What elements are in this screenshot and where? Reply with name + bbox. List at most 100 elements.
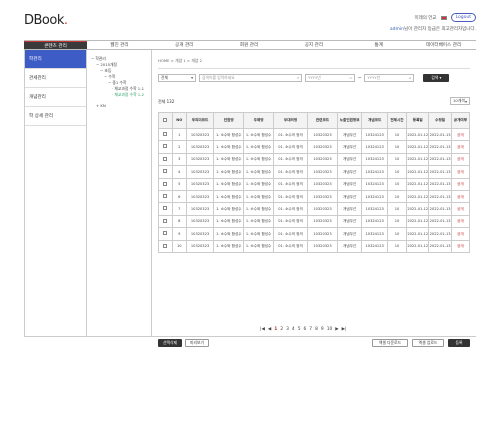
table-row[interactable]: 3 10320323 1. 소수와 합성수 1. 소수와 합성수 01. 소수의 정의 1… — [158, 152, 471, 167]
date-to-input[interactable]: YYYY년 ▫ — [364, 73, 415, 82]
next-page-button[interactable]: ▶ — [335, 327, 338, 332]
table-row[interactable]: 9 10320323 1. 소수와 합성수 1. 소수와 합성수 01. 소수의 정의 1… — [158, 227, 471, 241]
select-all-checkbox-cell[interactable] — [158, 112, 173, 129]
search-button[interactable]: 검색 ▾ — [423, 73, 450, 82]
left-menu-item[interactable]: 학관리 — [25, 50, 86, 69]
table-cell: 10 — [386, 177, 408, 191]
page-number[interactable]: 7 — [309, 327, 312, 332]
gnb-item[interactable]: 통계 — [346, 41, 411, 49]
row-checkbox[interactable] — [163, 231, 168, 236]
logo[interactable]: DBook. — [24, 13, 68, 28]
row-checkbox-cell[interactable] — [158, 152, 173, 167]
table-cell: 1. 소수와 합성수 — [243, 189, 274, 204]
page-number[interactable]: 2 — [280, 327, 283, 332]
left-menu-item[interactable]: 관세관리 — [25, 69, 86, 88]
left-menu-item[interactable]: 학 상세 관리 — [25, 107, 86, 126]
gnb-item[interactable]: 데이터베이스 관리 — [411, 41, 476, 49]
visibility-link[interactable]: 공개 — [450, 127, 471, 142]
page-number[interactable]: 3 — [286, 327, 289, 332]
gnb-item[interactable]: 웹진 관리 — [87, 41, 152, 49]
table-cell: 3 — [171, 152, 187, 167]
row-checkbox-cell[interactable] — [158, 165, 173, 179]
table-row[interactable]: 6 10320323 1. 소수와 합성수 1. 소수와 합성수 01. 소수의 정의 1… — [158, 189, 471, 204]
logout-button[interactable]: Logout — [450, 13, 476, 22]
table-row[interactable]: 10 10320323 1. 소수와 합성수 1. 소수와 합성수 01. 소수의 정의… — [158, 239, 471, 253]
row-checkbox-cell[interactable] — [158, 239, 173, 253]
table-cell: 1 — [171, 127, 187, 142]
scope-select[interactable]: 전체 ▾ — [158, 73, 196, 82]
page-number[interactable]: 10 — [327, 327, 333, 332]
excel-upload-button[interactable]: 엑셀 업로드 — [412, 339, 444, 347]
gnb-item[interactable]: 공개 관리 — [152, 41, 217, 49]
visibility-link[interactable]: 공개 — [450, 239, 471, 253]
delete-selected-button[interactable]: 선택삭제 — [158, 339, 182, 347]
table-cell: 10320323 — [307, 165, 338, 179]
table-cell: 10320323 — [307, 202, 338, 216]
column-header: 개념코드 — [361, 112, 388, 129]
gnb-item[interactable]: 공지 관리 — [281, 41, 346, 49]
date-from-input[interactable]: YYYY년 ▫ — [305, 73, 355, 82]
last-page-button[interactable]: ▶| — [342, 327, 347, 332]
table-row[interactable]: 8 10320323 1. 소수와 합성수 1. 소수와 합성수 01. 소수의 정의 1… — [158, 214, 471, 229]
visibility-link[interactable]: 공개 — [450, 227, 471, 241]
row-checkbox-cell[interactable] — [158, 189, 173, 204]
search-input[interactable]: 검색어를 입력하세요 ⌕ — [199, 73, 302, 82]
table-row[interactable]: 2 10320323 1. 소수와 합성수 1. 소수와 합성수 01. 소수의 정의 1… — [158, 140, 471, 154]
table-row[interactable]: 7 10320323 1. 소수와 합성수 1. 소수와 합성수 01. 소수의 정의 1… — [158, 202, 471, 216]
gnb-item[interactable]: 회원 관리 — [217, 41, 282, 49]
left-menu-item[interactable]: 개념관리 — [25, 88, 86, 107]
table-cell: 2022-01-12 — [406, 214, 430, 229]
row-checkbox[interactable] — [163, 206, 168, 211]
visibility-link[interactable]: 공개 — [450, 152, 471, 167]
table-cell: 2022-01-13 — [428, 202, 452, 216]
table-row[interactable]: 5 10320323 1. 소수와 합성수 1. 소수와 합성수 01. 소수의 정의 1… — [158, 177, 471, 191]
flag-icon[interactable] — [440, 15, 447, 20]
table-cell: 5 — [171, 177, 187, 191]
table-cell: 10 — [386, 239, 408, 253]
visibility-link[interactable]: 공개 — [450, 189, 471, 204]
table-cell: 1. 소수와 합성수 — [243, 202, 274, 216]
row-checkbox-cell[interactable] — [158, 177, 173, 191]
row-checkbox[interactable] — [163, 169, 168, 174]
row-checkbox-cell[interactable] — [158, 127, 173, 142]
visibility-link[interactable]: 공개 — [450, 202, 471, 216]
excel-download-button[interactable]: 엑셀 다운로드 — [372, 339, 408, 347]
table-cell: 10 — [386, 127, 408, 142]
table-cell: 10 — [386, 227, 408, 241]
range-separator: ~ — [358, 75, 362, 80]
row-checkbox[interactable] — [163, 132, 168, 137]
row-checkbox[interactable] — [163, 243, 168, 248]
register-button[interactable]: 등록 — [448, 339, 470, 347]
row-checkbox[interactable] — [163, 144, 168, 149]
row-checkbox-cell[interactable] — [158, 214, 173, 229]
tree-node-selected[interactable]: · 체교과정 수학 1-2 — [91, 92, 151, 98]
table-row[interactable]: 1 10320323 1. 소수와 합성수 1. 소수와 합성수 01. 소수의 정의 1… — [158, 127, 471, 142]
row-checkbox-cell[interactable] — [158, 140, 173, 154]
page-number[interactable]: 8 — [315, 327, 318, 332]
page-number[interactable]: 5 — [298, 327, 301, 332]
visibility-link[interactable]: 공개 — [450, 165, 471, 179]
row-checkbox[interactable] — [163, 194, 168, 198]
table-row[interactable]: 4 10320323 1. 소수와 합성수 1. 소수와 합성수 01. 소수의 정의 1… — [158, 165, 471, 179]
visibility-link[interactable]: 공개 — [450, 214, 471, 229]
row-checkbox[interactable] — [163, 218, 168, 223]
rows-per-page-select[interactable]: 10개씩 ▾ — [450, 97, 470, 105]
visibility-link[interactable]: 공개 — [450, 177, 471, 191]
row-checkbox-cell[interactable] — [158, 227, 173, 241]
page-number[interactable]: 9 — [321, 327, 324, 332]
preview-button[interactable]: 미리보기 — [185, 339, 209, 347]
first-page-button[interactable]: |◀ — [260, 327, 265, 332]
row-checkbox[interactable] — [163, 156, 168, 161]
select-all-checkbox[interactable] — [163, 117, 168, 122]
page-number[interactable]: 1 — [274, 327, 277, 332]
row-checkbox[interactable] — [163, 181, 168, 186]
breadcrumb: HOME > 개념 1 > 개념 2 — [158, 58, 202, 63]
table-cell: 7 — [171, 202, 187, 216]
gnb-item[interactable]: 콘텐츠 관리 — [24, 41, 87, 49]
prev-page-button[interactable]: ◀ — [268, 327, 271, 332]
tree-node[interactable]: + KN — [91, 103, 151, 109]
page-number[interactable]: 4 — [292, 327, 295, 332]
row-checkbox-cell[interactable] — [158, 202, 173, 216]
visibility-link[interactable]: 공개 — [450, 140, 471, 154]
page-number[interactable]: 6 — [304, 327, 307, 332]
